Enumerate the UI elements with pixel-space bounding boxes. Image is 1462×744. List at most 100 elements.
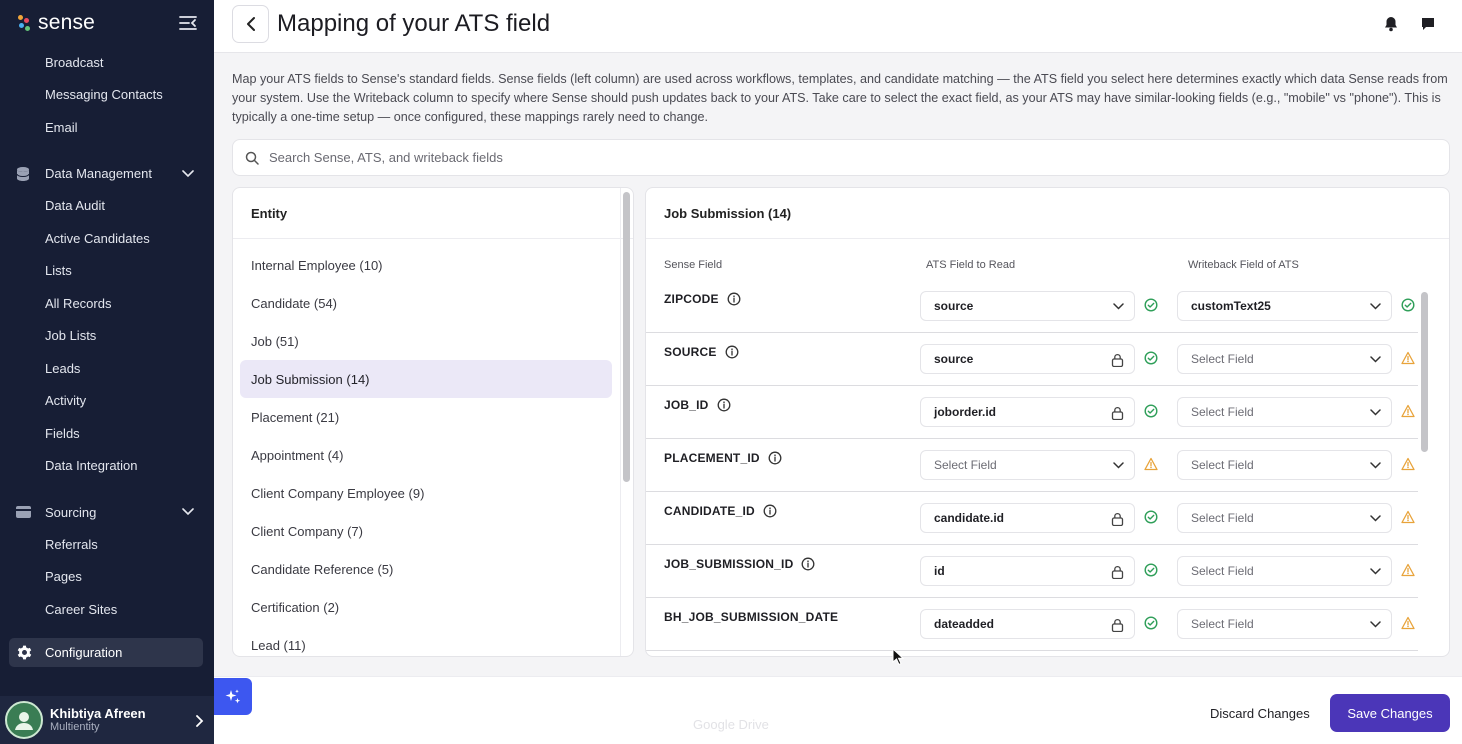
mapping-row: JOB_ID joborder.id Select Field [646, 386, 1418, 439]
sense-field-label: JOB_ID [664, 398, 709, 412]
sense-field: ZIPCODE [664, 292, 741, 306]
entity-item[interactable]: Candidate (54) [240, 284, 612, 322]
warning-icon [1401, 457, 1415, 471]
ats-field-value: candidate.id [934, 511, 1005, 525]
mouse-cursor-icon [892, 648, 904, 666]
entity-scroll-track [620, 188, 621, 656]
entity-panel-title: Entity [233, 188, 633, 239]
search-bar[interactable] [232, 139, 1450, 176]
sidebar-group[interactable]: Data Management [0, 158, 214, 190]
entity-item[interactable]: Certification (2) [240, 588, 612, 626]
sidebar-item[interactable]: Lists [0, 255, 214, 288]
info-icon[interactable] [763, 504, 777, 518]
warning-icon [1401, 510, 1415, 524]
entity-item[interactable]: Placement (21) [240, 398, 612, 436]
info-icon[interactable] [717, 398, 731, 412]
writeback-field-select[interactable]: Select Field [1177, 556, 1392, 586]
info-icon[interactable] [801, 557, 815, 571]
discard-changes-button[interactable]: Discard Changes [1200, 694, 1320, 732]
entity-item[interactable]: Internal Employee (10) [240, 246, 612, 284]
logo[interactable]: sense [18, 11, 95, 35]
chevron-down-icon [1113, 303, 1124, 310]
gear-icon [17, 645, 32, 660]
ai-assistant-button[interactable] [214, 678, 252, 715]
writeback-field-value: customText25 [1191, 299, 1271, 313]
writeback-field-select[interactable]: Select Field [1177, 450, 1392, 480]
check-circle-icon [1401, 298, 1415, 312]
entity-item[interactable]: Job Submission (14) [240, 360, 612, 398]
writeback-field-select[interactable]: Select Field [1177, 344, 1392, 374]
sidebar-item[interactable]: Data Audit [0, 190, 214, 223]
info-icon[interactable] [727, 292, 741, 306]
sidebar-item[interactable]: Referrals [0, 528, 214, 561]
entity-item[interactable]: Client Company Employee (9) [240, 474, 612, 512]
back-button[interactable] [232, 5, 269, 43]
check-circle-icon [1144, 404, 1158, 418]
sidebar-item[interactable]: Broadcast [0, 46, 214, 79]
writeback-field-select[interactable]: Select Field [1177, 503, 1392, 533]
sidebar-item-configuration[interactable]: Configuration [9, 638, 203, 667]
sidebar-item[interactable]: Email [0, 111, 214, 144]
entity-item[interactable]: Candidate Reference (5) [240, 550, 612, 588]
sidebar-collapse-icon[interactable] [179, 15, 197, 31]
check-circle-icon [1144, 298, 1158, 312]
mapping-row: PLACEMENT_ID Select Field Select Field [646, 439, 1418, 492]
writeback-field-select[interactable]: customText25 [1177, 291, 1392, 321]
writeback-field-value: Select Field [1191, 405, 1254, 419]
bell-icon[interactable] [1384, 16, 1398, 32]
entity-scrollbar[interactable] [623, 192, 630, 482]
sidebar-item[interactable]: Activity [0, 385, 214, 418]
chevron-down-icon [1370, 568, 1381, 575]
entity-item[interactable]: Job (51) [240, 322, 612, 360]
configuration-label: Configuration [45, 645, 123, 660]
writeback-field-value: Select Field [1191, 511, 1254, 525]
ats-field-value: source [934, 352, 974, 366]
chat-icon[interactable] [1420, 16, 1436, 32]
info-icon[interactable] [768, 451, 782, 465]
user-text: Khibtiya Afreen Multientity [50, 706, 146, 735]
save-changes-button[interactable]: Save Changes [1330, 694, 1450, 732]
entity-item[interactable]: Appointment (4) [240, 436, 612, 474]
chevron-right-icon[interactable] [194, 715, 204, 727]
sidebar-item[interactable]: Leads [0, 352, 214, 385]
writeback-field-select[interactable]: Select Field [1177, 397, 1392, 427]
sidebar-group[interactable]: Sourcing [0, 496, 214, 528]
search-input[interactable] [269, 150, 1169, 165]
user-profile[interactable]: Khibtiya Afreen Multientity [0, 696, 214, 744]
sidebar-item[interactable]: Career Sites [0, 593, 214, 626]
chevron-down-icon[interactable] [182, 169, 194, 178]
ats-field-locked: candidate.id [920, 503, 1135, 533]
sidebar-item[interactable]: Messaging Contacts [0, 79, 214, 112]
ats-field-select[interactable]: Select Field [920, 450, 1135, 480]
sidebar-item[interactable]: Fields [0, 417, 214, 450]
sense-field-label: JOB_SUBMISSION_ID [664, 557, 794, 571]
ats-field-select[interactable]: source [920, 291, 1135, 321]
chevron-down-icon [1113, 462, 1124, 469]
mapping-row: SOURCE source Select Field [646, 333, 1418, 386]
user-subtitle: Multientity [50, 721, 100, 734]
entity-item[interactable]: Lead (11) [240, 626, 612, 656]
writeback-field-select[interactable]: Select Field [1177, 609, 1392, 639]
column-header-sense-field: Sense Field [664, 259, 723, 271]
ats-field-value: Select Field [934, 458, 997, 472]
arrow-left-icon [246, 17, 255, 31]
sidebar-item[interactable]: Data Integration [0, 450, 214, 483]
sense-field: JOB_ID [664, 398, 731, 412]
sidebar-item[interactable]: All Records [0, 287, 214, 320]
ats-field-locked: source [920, 344, 1135, 374]
database-icon [16, 166, 30, 181]
info-icon[interactable] [725, 345, 739, 359]
sense-field-label: BH_JOB_SUBMISSION_DATE [664, 610, 839, 624]
lock-icon [1111, 566, 1124, 579]
user-name: Khibtiya Afreen [50, 705, 146, 721]
chevron-down-icon[interactable] [182, 508, 194, 516]
chevron-down-icon [1370, 621, 1381, 628]
sidebar-item[interactable]: Pages [0, 561, 214, 594]
mapping-panel: Job Submission (14) Sense Field ATS Fiel… [645, 187, 1450, 657]
entity-item[interactable]: Client Company (7) [240, 512, 612, 550]
mapping-row: CANDIDATE_ID candidate.id Select Field [646, 492, 1418, 545]
mapping-scrollbar[interactable] [1421, 292, 1428, 452]
sidebar-group-left: Sourcing [15, 504, 96, 520]
sidebar-item[interactable]: Active Candidates [0, 222, 214, 255]
sidebar-item[interactable]: Job Lists [0, 320, 214, 353]
